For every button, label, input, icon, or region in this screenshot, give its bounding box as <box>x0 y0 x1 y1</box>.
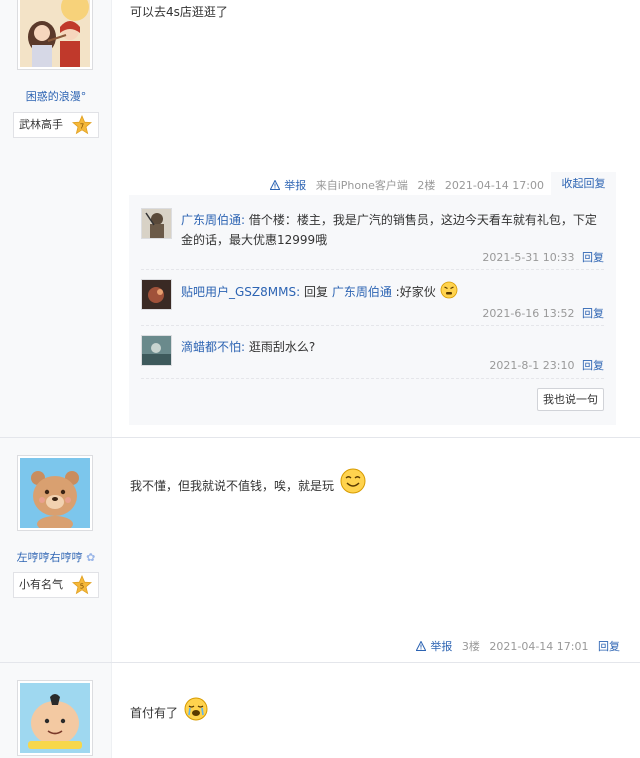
reply-timestamp: 2021-5-31 10:33 回复 <box>482 249 604 265</box>
post-content-text: 首付有了 <box>130 706 179 720</box>
avatar-bear-illustration <box>20 458 90 528</box>
reply-button[interactable]: 回复 <box>582 251 604 264</box>
level-badge: 武林高手 7 <box>13 112 99 138</box>
level-star-icon: 7 <box>72 115 92 135</box>
reply-body: 广东周伯通: 借个楼：楼主，我是广汽的销售员，这边今天看车就有礼包，下定金的话，… <box>181 210 606 250</box>
floor-number: 3楼 <box>461 640 480 653</box>
report-link[interactable]: 举报 <box>415 640 456 653</box>
level-star-icon: 5 <box>72 575 92 595</box>
reply-text: :好家伙 <box>395 285 436 299</box>
reply-divider <box>141 269 604 270</box>
post-meta: 举报 3楼 2021-04-14 17:01 回复 <box>410 638 620 654</box>
author-sidebar <box>0 663 112 758</box>
reply-section: 广东周伯通: 借个楼：楼主，我是广汽的销售员，这边今天看车就有礼包，下定金的话，… <box>129 195 616 425</box>
author-sidebar: 困惑的浪漫° 武林高手 7 <box>0 0 112 437</box>
reply-body: 滴蜡都不怕: 逛雨刮水么? <box>181 337 606 357</box>
reply-body: 贴吧用户_GSZ8MMS: 回复 广东周伯通 :好家伙 <box>181 281 606 302</box>
post-content: 首付有了 <box>130 697 208 721</box>
reply-time: 2021-6-16 13:52 <box>482 307 575 320</box>
flower-badge-icon: ✿ <box>86 551 96 564</box>
post-time: 2021-04-14 17:00 <box>444 179 544 192</box>
author-username[interactable]: 困惑的浪漫° <box>0 88 112 104</box>
avatar-warrior-image <box>142 209 171 238</box>
author-username-text: 左哼哼右哼哼 <box>16 551 83 564</box>
warning-icon <box>269 179 281 190</box>
post-content-text: 我不懂，但我就说不值钱，唉，就是玩 <box>130 479 335 493</box>
reply-username[interactable]: 广东周伯通: <box>181 213 245 227</box>
reply-divider <box>141 378 604 379</box>
level-number: 5 <box>80 583 84 591</box>
author-sidebar: 左哼哼右哼哼 ✿ 小有名气 5 <box>0 438 112 662</box>
avatar-cartoon-illustration <box>20 683 90 753</box>
add-comment-button[interactable]: 我也说一句 <box>537 388 604 411</box>
report-link[interactable]: 举报 <box>269 179 310 192</box>
reply-button[interactable]: 回复 <box>582 359 604 372</box>
warning-icon <box>415 640 427 651</box>
avatar-landscape-image <box>142 336 171 365</box>
post-floor-3: 左哼哼右哼哼 ✿ 小有名气 5 我不懂，但我就说不值钱，唉，就是玩 举报 3楼 … <box>0 438 640 662</box>
post-content: 可以去4s店逛逛了 <box>130 5 228 19</box>
level-name: 武林高手 <box>19 118 63 131</box>
reply-timestamp: 2021-6-16 13:52 回复 <box>482 305 604 321</box>
report-label: 举报 <box>284 179 307 192</box>
reply-username[interactable]: 滴蜡都不怕: <box>181 340 245 354</box>
reply-divider <box>141 325 604 326</box>
avatar-couple-illustration <box>20 0 90 67</box>
angry-emoji-icon <box>440 281 457 299</box>
level-badge: 小有名气 5 <box>13 572 99 598</box>
post-source: 来自iPhone客户端 <box>315 179 408 192</box>
reply-time: 2021-8-1 23:10 <box>489 359 575 372</box>
reply-prefix: 回复 <box>303 285 328 299</box>
avatar[interactable] <box>17 680 93 756</box>
report-label: 举报 <box>430 640 453 653</box>
post-time: 2021-04-14 17:01 <box>489 640 589 653</box>
avatar[interactable] <box>17 455 93 531</box>
collapse-replies-button[interactable]: 收起回复 <box>551 172 616 195</box>
level-number: 7 <box>80 123 84 131</box>
reply-timestamp: 2021-8-1 23:10 回复 <box>489 357 604 373</box>
author-username[interactable]: 左哼哼右哼哼 ✿ <box>0 549 112 565</box>
floor-number: 2楼 <box>417 179 436 192</box>
reply-username[interactable]: 贴吧用户_GSZ8MMS: <box>181 285 300 299</box>
reply-mention[interactable]: 广东周伯通 <box>332 285 392 299</box>
post-floor-2: 困惑的浪漫° 武林高手 7 可以去4s店逛逛了 举报 来自iPhone客户端 2… <box>0 0 640 437</box>
avatar[interactable] <box>17 0 93 70</box>
post-floor-4: 首付有了 <box>0 663 640 758</box>
reply-text: 逛雨刮水么? <box>248 340 316 354</box>
reply-avatar[interactable] <box>141 208 172 239</box>
level-name: 小有名气 <box>19 578 63 591</box>
reply-button[interactable]: 回复 <box>598 640 620 653</box>
reply-avatar[interactable] <box>141 335 172 366</box>
crying-emoji-icon <box>184 697 208 721</box>
reply-avatar[interactable] <box>141 279 172 310</box>
smile-emoji-icon <box>340 468 366 494</box>
post-meta: 举报 来自iPhone客户端 2楼 2021-04-14 17:00 <box>264 177 544 193</box>
reply-time: 2021-5-31 10:33 <box>482 251 575 264</box>
reply-button[interactable]: 回复 <box>582 307 604 320</box>
post-content: 我不懂，但我就说不值钱，唉，就是玩 <box>130 468 366 494</box>
avatar-dark-image <box>142 280 171 309</box>
